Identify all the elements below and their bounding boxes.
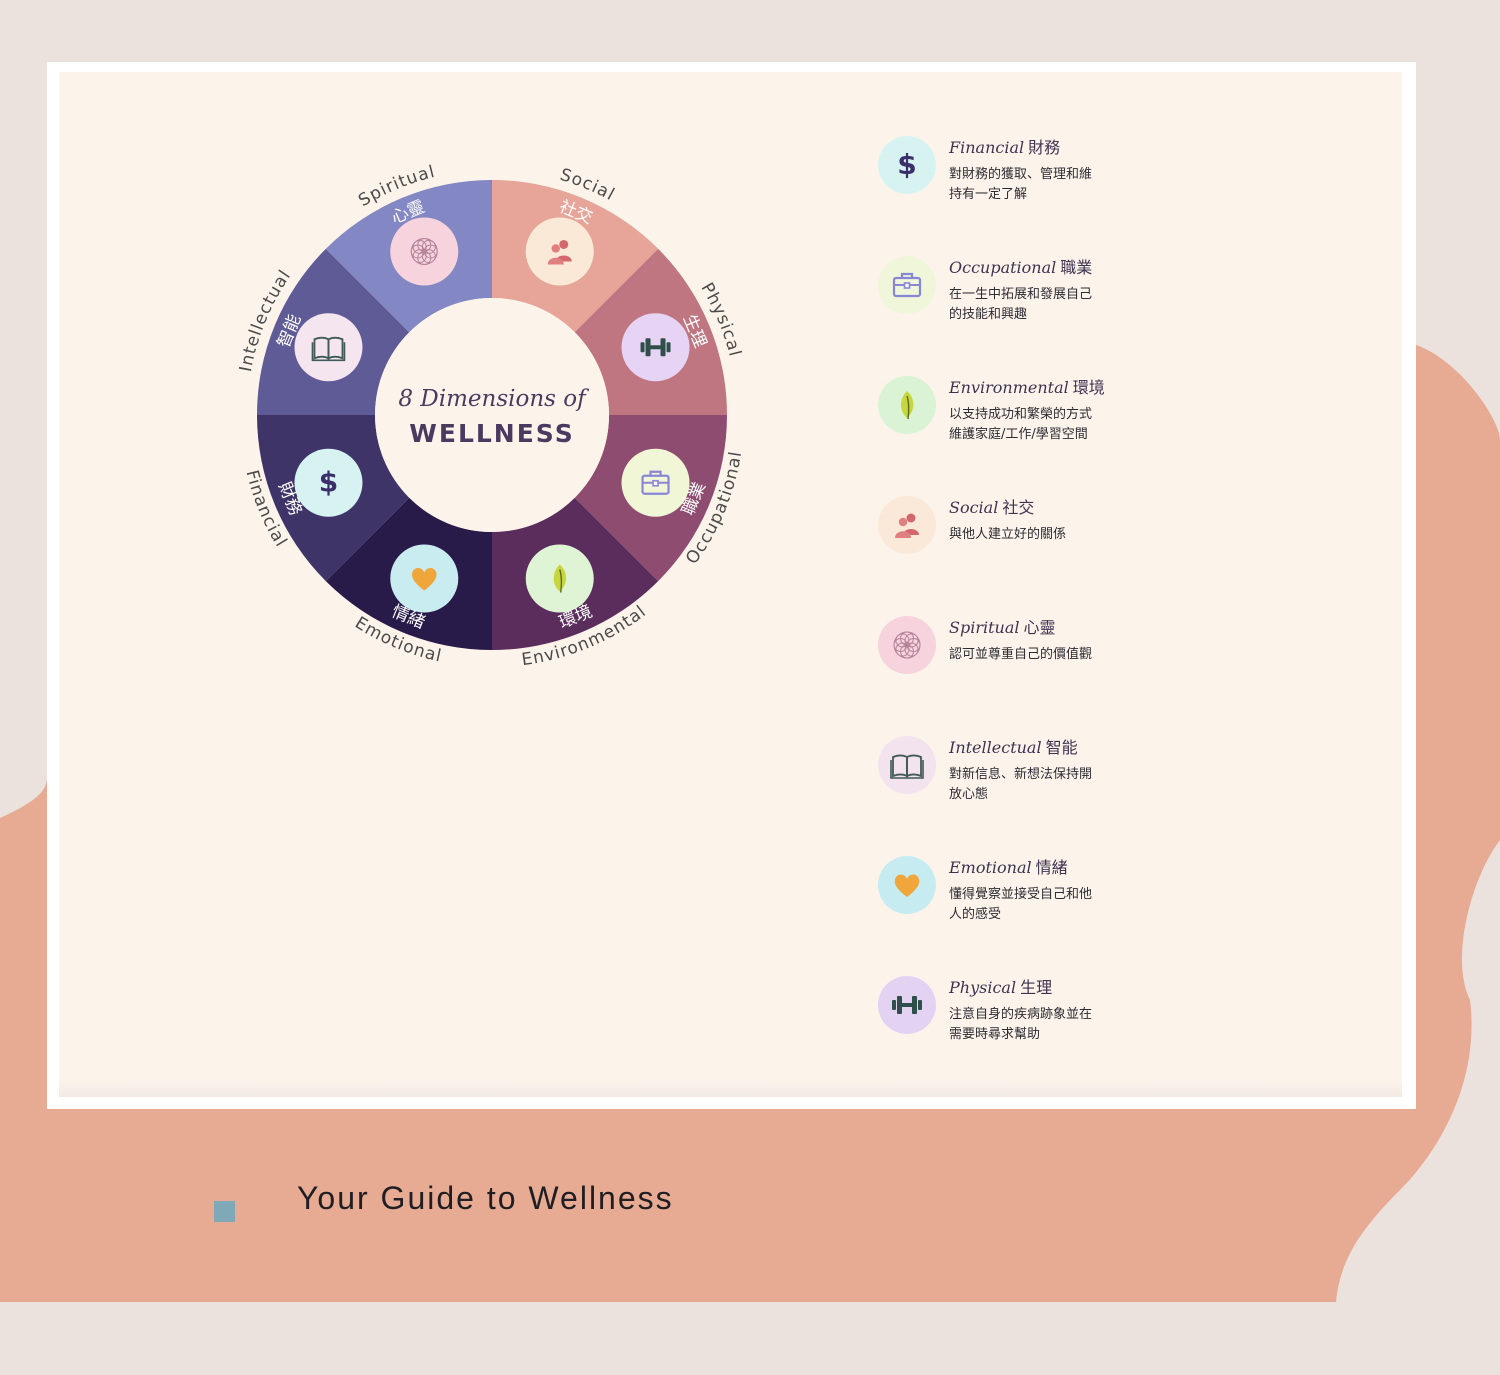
book-icon — [294, 313, 363, 382]
content-panel: 社交 Social 生理 Physical 職業 Occupational 環境 Enviro… — [59, 72, 1402, 1097]
legend-title: Physical 生理 — [949, 974, 1052, 998]
content-frame: 社交 Social 生理 Physical 職業 Occupational 環境 Enviro… — [47, 62, 1416, 1109]
legend-title-zh: 社交 — [1002, 498, 1035, 517]
legend-description: 與他人建立好的關係 — [949, 527, 1067, 542]
panel-shadow — [59, 1079, 1402, 1097]
legend-description: 以支持成功和繁榮的方式維護家庭/工作/學習空間 — [949, 407, 1093, 442]
legend-item-financial: $ Financial 財務對財務的獲取、管理和維持有一定了解 — [878, 134, 1178, 244]
legend-title-zh: 智能 — [1045, 738, 1078, 757]
legend-description: 在一生中拓展和發展自己的技能和興趣 — [949, 287, 1093, 322]
legend-title: Financial 財務 — [949, 134, 1060, 158]
book-icon — [878, 736, 936, 794]
dumbbell-icon — [878, 976, 936, 1034]
legend-item-environmental: Environmental 環境以支持成功和繁榮的方式維護家庭/工作/學習空間 — [878, 374, 1178, 484]
dumbbell-icon — [621, 313, 690, 382]
legend-title-zh: 環境 — [1072, 378, 1105, 397]
legend-title: Environmental 環境 — [949, 374, 1105, 398]
legend-title-en: Emotional — [949, 858, 1032, 877]
legend-title-zh: 職業 — [1060, 258, 1093, 277]
legend-description: 注意自身的疾病跡象並在需要時尋求幫助 — [949, 1007, 1093, 1042]
briefcase-icon — [878, 256, 936, 314]
legend-title-zh: 生理 — [1020, 978, 1053, 997]
dollar-icon: $ — [878, 136, 936, 194]
wheel-center-subtitle: 8 Dimensions of — [398, 386, 589, 412]
leaf-icon — [878, 376, 936, 434]
svg-text:$: $ — [319, 466, 338, 499]
legend-title-zh: 情緒 — [1035, 858, 1068, 877]
legend-title-en: Social — [949, 498, 999, 517]
legend-description: 對新信息、新想法保持開放心態 — [949, 767, 1093, 802]
legend-title: Occupational 職業 — [949, 254, 1092, 278]
mandala-icon — [878, 616, 936, 674]
legend-title-en: Spiritual — [949, 618, 1020, 637]
legend-item-social: Social 社交與他人建立好的關係 — [878, 494, 1178, 604]
legend-title-en: Financial — [949, 138, 1025, 157]
legend-title-en: Environmental — [949, 378, 1069, 397]
legend-title: Emotional 情緒 — [949, 854, 1068, 878]
mandala-icon — [390, 217, 459, 286]
wheel-center — [375, 298, 609, 532]
legend-description: 認可並尊重自己的價值觀 — [949, 647, 1093, 662]
legend-item-physical: Physical 生理注意自身的疾病跡象並在需要時尋求幫助 — [878, 974, 1178, 1084]
legend-title-en: Physical — [949, 978, 1017, 997]
svg-text:$: $ — [897, 148, 916, 181]
legend-title: Intellectual 智能 — [949, 734, 1078, 758]
legend-item-spiritual: Spiritual 心靈認可並尊重自己的價值觀 — [878, 614, 1178, 724]
legend-title-zh: 財務 — [1028, 138, 1061, 157]
legend-title: Social 社交 — [949, 494, 1034, 518]
legend-description: 懂得覺察並接受自己和他人的感受 — [949, 887, 1093, 922]
legend-item-emotional: Emotional 情緒懂得覺察並接受自己和他人的感受 — [878, 854, 1178, 964]
people-icon — [878, 496, 936, 554]
footer-title: Your Guide to Wellness — [297, 1180, 674, 1216]
legend-title-en: Intellectual — [949, 738, 1042, 757]
wheel-center-title: WELLNESS — [409, 419, 574, 448]
legend-description: 對財務的獲取、管理和維持有一定了解 — [949, 167, 1093, 202]
footer-square-icon — [214, 1201, 235, 1222]
legend-title-en: Occupational — [949, 258, 1057, 277]
wellness-wheel: 社交Social生理Physical職業Occupational環境Enviro… — [236, 162, 745, 670]
legend-title: Spiritual 心靈 — [949, 614, 1056, 638]
legend-item-occupational: Occupational 職業在一生中拓展和發展自己的技能和興趣 — [878, 254, 1178, 364]
legend-item-intellectual: Intellectual 智能對新信息、新想法保持開放心態 — [878, 734, 1178, 844]
heart-icon — [878, 856, 936, 914]
legend-title-zh: 心靈 — [1023, 618, 1056, 637]
people-icon — [525, 217, 594, 286]
